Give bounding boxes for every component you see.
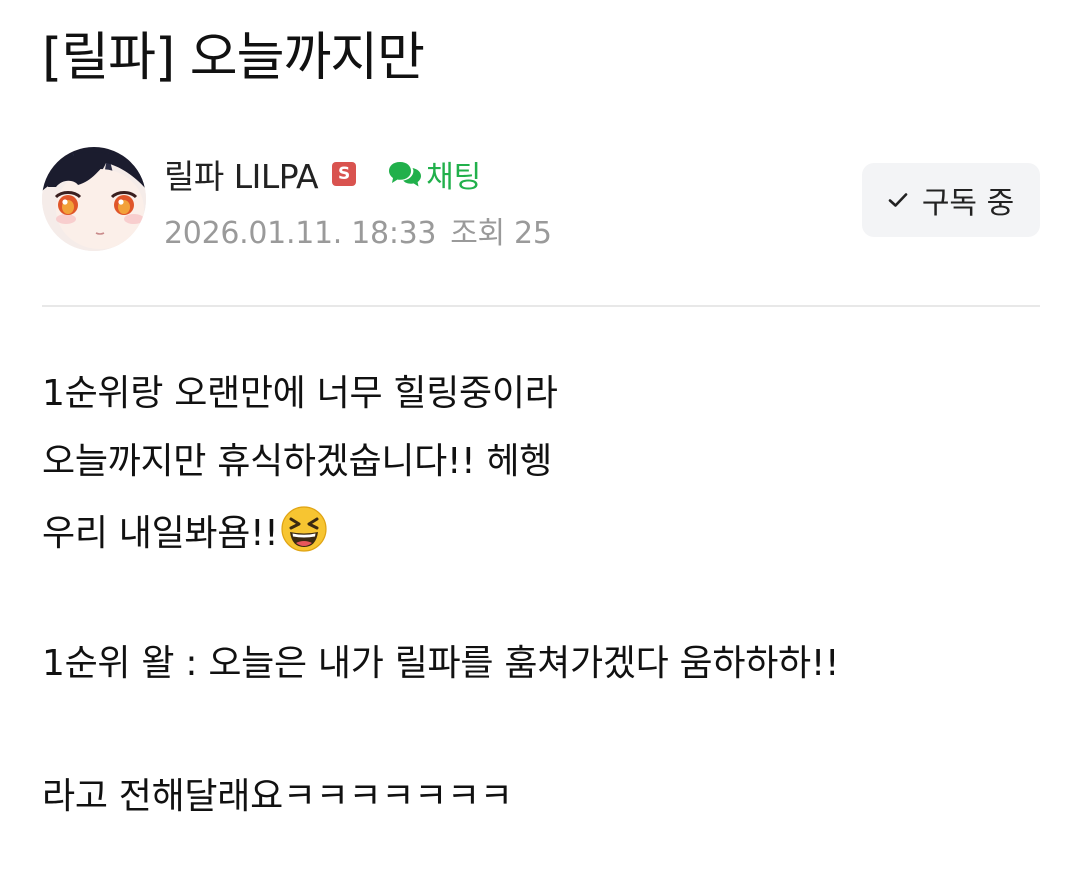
chat-link[interactable]: 채팅 [388,152,481,196]
body-line-3: 우리 내일봐욤!! [42,505,328,558]
post-date: 2026.01.11. 18:33 [164,216,437,251]
check-icon [888,193,908,207]
body-line-4: 1순위 왈 : 오늘은 내가 릴파를 훔쳐가겠다 움하하하!! [42,643,840,684]
avatar-illustration [42,147,146,251]
speech-bubbles-icon [389,162,422,187]
body-line-3-text: 우리 내일봐욤!! [42,513,279,554]
subscribe-button[interactable]: 구독 중 [862,163,1040,237]
body-line-2: 오늘까지만 휴식하겠숩니다!! 헤헹 [42,441,553,482]
author-name[interactable]: 릴파 LILPA [164,150,319,198]
post-meta: 2026.01.11. 18:33 조회 25 [164,208,552,252]
subscribe-label: 구독 중 [921,186,1015,221]
body-line-1: 1순위랑 오랜만에 너무 힐링중이라 [42,373,558,414]
post-title: [릴파] 오늘까지만 [42,28,425,88]
view-count: 조회 25 [450,216,552,251]
grinning-squinting-face-emoji [281,506,327,552]
author-row: 릴파 LILPA S 채팅 [164,152,481,196]
body-line-5: 라고 전해달래요ㅋㅋㅋㅋㅋㅋㅋ [42,776,513,817]
header-divider [42,305,1040,307]
author-avatar[interactable] [42,147,146,251]
chat-label: 채팅 [426,160,482,195]
streamer-badge: S [332,162,357,186]
